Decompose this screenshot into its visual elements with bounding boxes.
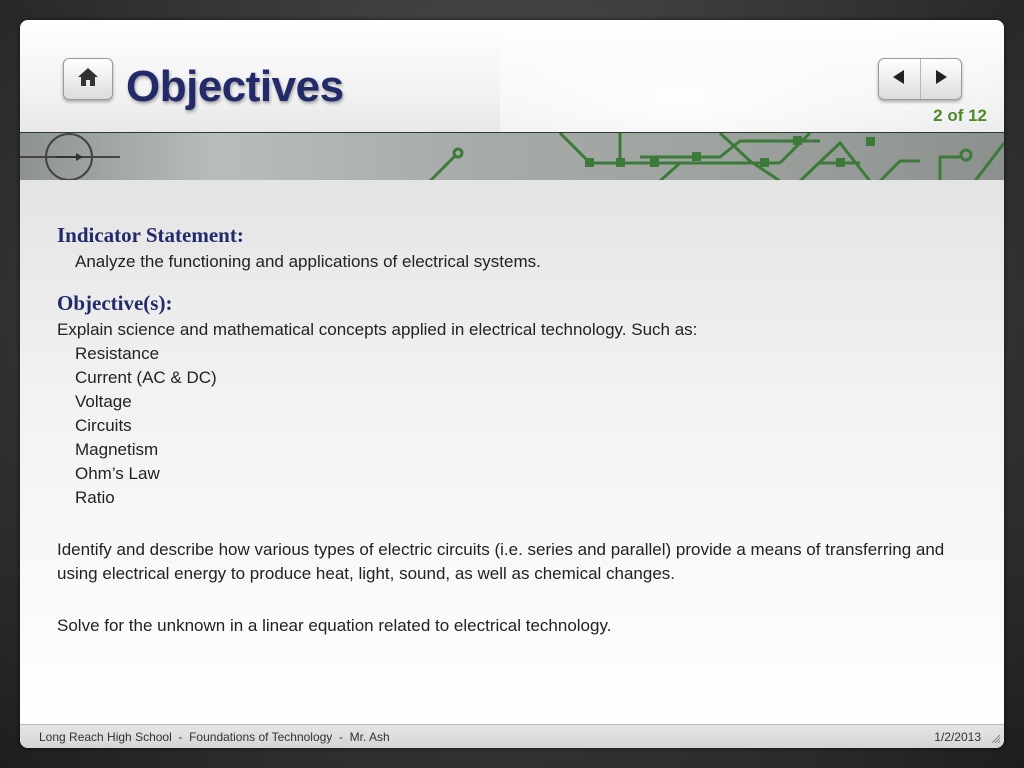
concept-item: Ohm’s Law: [75, 464, 160, 483]
arrow-left-icon: [890, 68, 908, 91]
home-icon: [76, 66, 100, 93]
home-button[interactable]: [63, 58, 113, 100]
footer-date: 1/2/2013: [934, 730, 981, 744]
slide-content: Indicator Statement: Analyze the functio…: [20, 180, 1004, 724]
arrow-right-icon: [932, 68, 950, 91]
slide: Objectives 2 of 12 Indicator Statement: …: [20, 20, 1004, 748]
slide-footer: Long Reach High School - Foundations of …: [20, 724, 1004, 748]
concept-item: Circuits: [75, 416, 132, 435]
concept-item: Current (AC & DC): [75, 368, 217, 387]
next-slide-button[interactable]: [919, 59, 962, 99]
page-indicator: 2 of 12: [933, 106, 987, 125]
objectives-heading: Objective(s):: [57, 291, 173, 315]
objective-paragraph-equations: Solve for the unknown in a linear equati…: [57, 616, 612, 635]
content-body: Indicator Statement: Analyze the functio…: [57, 220, 957, 638]
concept-item: Magnetism: [75, 440, 159, 459]
resize-grip-icon: [990, 732, 1001, 746]
slide-title: Objectives: [126, 62, 344, 111]
circuit-banner: [20, 132, 1004, 182]
objective-intro: Explain science and mathematical concept…: [57, 320, 698, 339]
previous-slide-button[interactable]: [879, 59, 920, 99]
indicator-heading: Indicator Statement:: [57, 223, 244, 247]
slide-header: Objectives 2 of 12: [20, 20, 1004, 180]
slide-navigation: [878, 58, 962, 100]
circuit-board-graphic: [20, 133, 1004, 181]
concept-item: Ratio: [75, 488, 115, 507]
indicator-text: Analyze the functioning and applications…: [75, 252, 541, 271]
footer-info: Long Reach High School - Foundations of …: [39, 730, 390, 744]
concept-item: Voltage: [75, 392, 132, 411]
objective-paragraph-circuits: Identify and describe how various types …: [57, 540, 945, 583]
concept-item: Resistance: [75, 344, 160, 363]
